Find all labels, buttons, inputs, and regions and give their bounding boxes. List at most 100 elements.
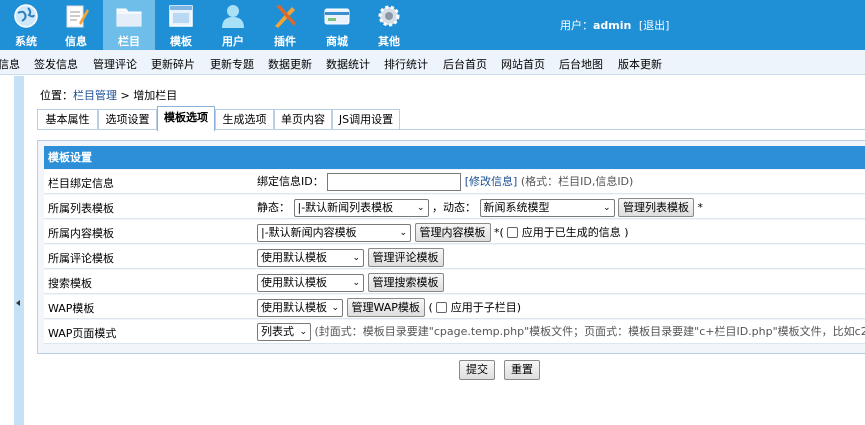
sidebar-toggle[interactable] xyxy=(14,76,24,425)
chevron-down-icon: ⌄ xyxy=(352,252,360,263)
tab-basic-attributes[interactable]: 基本属性 xyxy=(37,109,98,130)
nav-template-label: 模板 xyxy=(170,35,192,48)
subnav-data-update[interactable]: 数据更新 xyxy=(268,56,312,72)
static-list-template-value: |-默认新闻列表模板 xyxy=(297,200,394,214)
nav-column-label: 栏目 xyxy=(118,35,140,48)
nav-shop[interactable]: 商城 xyxy=(311,0,363,50)
search-template-select[interactable]: 使用默认模板 ⌄ xyxy=(257,273,364,292)
wap-page-mode-value: 列表式 xyxy=(261,325,294,338)
comment-template-label: 所属评论模板 xyxy=(48,252,114,265)
dynamic-label: ，动态： xyxy=(432,200,476,214)
content-template-select[interactable]: |-默认新闻内容模板 ⌄ xyxy=(257,223,411,242)
tab-single-page-content[interactable]: 单页内容 xyxy=(274,109,332,130)
apply-to-subcolumns-label: 应用于子栏目) xyxy=(450,300,522,314)
subnav-data-stats[interactable]: 数据统计 xyxy=(326,56,370,72)
collapse-arrow-icon xyxy=(16,300,20,306)
subnav-update-topics[interactable]: 更新专题 xyxy=(210,56,254,72)
subnav-site-home[interactable]: 网站首页 xyxy=(501,56,545,72)
row-list-template: 所属列表模板 静态： |-默认新闻列表模板 ⌄ ，动态： 新闻系统模型 ⌄ 管理列表… xyxy=(44,195,865,219)
subnav-admin-home[interactable]: 后台首页 xyxy=(443,56,487,72)
user-icon xyxy=(222,5,244,28)
notepad-icon xyxy=(66,5,89,28)
apply-to-subcolumns-checkbox[interactable] xyxy=(436,302,448,313)
user-prefix: 用户： xyxy=(560,19,593,32)
nav-column[interactable]: 栏目 xyxy=(103,0,155,50)
subnav-version-update[interactable]: 版本更新 xyxy=(618,56,662,72)
required-mark: * xyxy=(697,200,704,214)
manage-list-template-button[interactable]: 管理列表模板 xyxy=(618,198,694,217)
content-template-value: |-默认新闻内容模板 xyxy=(261,225,357,239)
chevron-down-icon: ⌄ xyxy=(352,277,360,288)
nav-system[interactable]: 系统 xyxy=(0,0,52,50)
modify-info-link[interactable]: [修改信息] xyxy=(465,173,518,191)
window-icon xyxy=(169,5,193,27)
tab-template-options[interactable]: 模板选项 xyxy=(157,106,215,131)
comment-template-content: 使用默认模板 ⌄ 管理评论模板 xyxy=(257,248,444,267)
nav-info-label: 信息 xyxy=(65,35,87,48)
card-icon xyxy=(324,8,350,25)
wap-template-content: 使用默认模板 ⌄ 管理WAP模板 ( 应用于子栏目) xyxy=(257,298,522,317)
nav-template[interactable]: 模板 xyxy=(155,0,207,50)
manage-search-template-button[interactable]: 管理搜索模板 xyxy=(367,273,444,292)
manage-content-template-button[interactable]: 管理内容模板 xyxy=(414,223,491,242)
comment-template-value: 使用默认模板 xyxy=(261,250,327,264)
tab-js-call-settings[interactable]: JS调用设置 xyxy=(332,109,400,130)
user-info: 用户：admin [退出] xyxy=(560,17,669,33)
wap-page-mode-hint: (封面式：模板目录要建"cpage.temp.php"模板文件；页面式：模板目录… xyxy=(314,325,865,338)
bind-info-content: 绑定信息ID： [修改信息] (格式：栏目ID,信息ID) xyxy=(257,173,633,191)
nav-user-label: 用户 xyxy=(222,35,244,48)
nav-other-label: 其他 xyxy=(378,35,400,48)
manage-comment-template-button[interactable]: 管理评论模板 xyxy=(367,248,444,267)
row-content-template: 所属内容模板 |-默认新闻内容模板 ⌄ 管理内容模板 *( 应用于已生成的信息 ) xyxy=(44,220,865,244)
subnav-manage-comments[interactable]: 管理评论 xyxy=(93,56,137,72)
bind-info-field-label: 绑定信息ID： xyxy=(257,175,324,188)
username: admin xyxy=(593,19,632,32)
panel-title: 模板设置 xyxy=(44,146,865,169)
static-list-template-select[interactable]: |-默认新闻列表模板 ⌄ xyxy=(293,198,429,217)
globe-icon xyxy=(14,4,38,28)
subnav-info[interactable]: 信息 xyxy=(0,56,20,72)
logout-link[interactable]: [退出] xyxy=(639,19,670,32)
subnav-update-fragments[interactable]: 更新碎片 xyxy=(151,56,195,72)
wap-page-mode-select[interactable]: 列表式 ⌄ xyxy=(257,323,311,341)
reset-button[interactable]: 重置 xyxy=(504,360,540,380)
nav-other[interactable]: 其他 xyxy=(363,0,415,50)
search-template-content: 使用默认模板 ⌄ 管理搜索模板 xyxy=(257,273,444,292)
apply-to-generated-checkbox[interactable] xyxy=(507,227,519,238)
subnav-sign-info[interactable]: 签发信息 xyxy=(34,56,78,72)
tools-icon xyxy=(275,5,296,28)
bind-info-hint: (格式：栏目ID,信息ID) xyxy=(520,175,634,188)
dynamic-list-template-select[interactable]: 新闻系统模型 ⌄ xyxy=(479,198,615,217)
breadcrumb: 位置：栏目管理 > 增加栏目 xyxy=(40,87,177,103)
search-template-value: 使用默认模板 xyxy=(261,275,327,289)
comment-template-select[interactable]: 使用默认模板 ⌄ xyxy=(257,248,364,267)
chevron-down-icon: ⌄ xyxy=(602,202,611,213)
search-template-label: 搜索模板 xyxy=(48,277,92,290)
apply-to-generated-label: 应用于已生成的信息 ) xyxy=(521,225,629,239)
gear-icon xyxy=(378,5,400,27)
nav-system-label: 系统 xyxy=(15,35,37,48)
wap-page-mode-content: 列表式 ⌄ (封面式：模板目录要建"cpage.temp.php"模板文件；页面式… xyxy=(257,323,865,341)
subnav-ranking-stats[interactable]: 排行统计 xyxy=(384,56,428,72)
chevron-down-icon: ⌄ xyxy=(331,302,339,313)
chevron-down-icon: ⌄ xyxy=(299,327,307,337)
content-template-note-prefix: *( xyxy=(494,225,504,239)
wap-template-select[interactable]: 使用默认模板 ⌄ xyxy=(257,298,343,317)
chevron-down-icon: ⌄ xyxy=(399,227,407,238)
nav-user[interactable]: 用户 xyxy=(207,0,259,50)
subnav-admin-map[interactable]: 后台地图 xyxy=(559,56,603,72)
row-wap-template: WAP模板 使用默认模板 ⌄ 管理WAP模板 ( 应用于子栏目) xyxy=(44,295,865,319)
bind-info-id-input[interactable] xyxy=(327,173,462,191)
breadcrumb-column-manage-link[interactable]: 栏目管理 xyxy=(73,89,117,102)
manage-wap-template-button[interactable]: 管理WAP模板 xyxy=(346,298,425,317)
wap-template-label: WAP模板 xyxy=(48,302,95,315)
nav-plugin[interactable]: 插件 xyxy=(259,0,311,50)
tab-generate-options[interactable]: 生成选项 xyxy=(215,109,274,130)
nav-info[interactable]: 信息 xyxy=(50,0,102,50)
tab-option-settings[interactable]: 选项设置 xyxy=(98,109,157,130)
submit-button[interactable]: 提交 xyxy=(459,360,495,380)
nav-plugin-label: 插件 xyxy=(274,35,296,48)
wap-template-note-prefix: ( xyxy=(428,300,433,314)
bind-info-label: 栏目绑定信息 xyxy=(48,177,114,190)
sub-navbar: 信息 签发信息 管理评论 更新碎片 更新专题 数据更新 数据统计 排行统计 后台… xyxy=(0,50,865,75)
